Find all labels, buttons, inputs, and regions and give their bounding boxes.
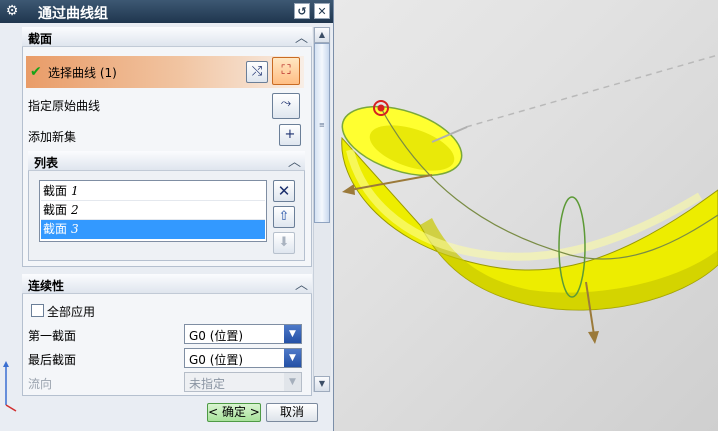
remove-icon: ✕ [277,182,291,200]
move-down-button[interactable]: ⬇ [273,232,295,254]
continuity-heading: 连续性 [28,279,65,293]
specify-origin-button[interactable]: ⤳ [272,93,300,119]
list-item[interactable]: 截面 1 [41,182,265,201]
arrow-down-icon: ⬇ [278,235,290,250]
direction-arrowhead-2 [588,331,599,344]
reverse-direction-icon: ⤭ [251,64,263,79]
section-listbox[interactable]: 截面 1 截面 2 截面 3 [39,180,267,242]
collapse-up-icon[interactable]: ︿ [295,274,308,293]
continuity-header[interactable]: 连续性 ︿ [22,274,312,294]
direction-arrowhead-1 [342,184,355,195]
flow-label: 流向 [28,377,53,391]
list-item-label: 截面 [43,222,68,236]
origin-point [377,104,385,112]
close-icon[interactable]: ✕ [314,3,330,19]
grip-icon: ≡ [319,121,325,129]
checkmark-icon: ✔ [30,64,42,80]
section-header[interactable]: 截面 ︿ [22,27,312,47]
gear-icon[interactable]: ⚙ [4,3,20,19]
last-section-select[interactable]: G0 (位置) ▼ [184,348,302,368]
chevron-down-icon[interactable]: ▼ [284,349,301,367]
axis-triad-icon [3,361,17,412]
flow-value: 未指定 [189,377,226,391]
first-section-value: G0 (位置) [189,329,244,343]
flow-select[interactable]: 未指定 ▼ [184,372,302,392]
dialog-title: 通过曲线组 [38,6,108,22]
list-item-index: 2 [71,203,79,217]
collapse-up-icon[interactable]: ︿ [288,151,301,170]
guide-line [465,54,718,128]
reset-icon[interactable]: ↺ [294,3,310,19]
scroll-down-icon[interactable]: ▼ [314,376,330,392]
scroll-thumb[interactable]: ≡ [314,43,330,223]
first-section-select[interactable]: G0 (位置) ▼ [184,324,302,344]
list-heading: 列表 [34,156,59,170]
curve-select-button[interactable]: ⛶ [272,57,300,85]
move-up-button[interactable]: ⇧ [273,206,295,228]
through-curves-dialog: ⚙ 通过曲线组 ↺ ✕ 截面 ︿ ✔ 选择曲线 (1) ⤭ ⛶ 指定原始曲线 ⤳… [0,0,334,431]
chevron-down-icon[interactable]: ▼ [284,373,301,391]
list-item-selected[interactable]: 截面 3 [41,220,265,239]
chevron-down-icon[interactable]: ▼ [284,325,301,343]
add-icon: + [284,127,296,142]
list-item[interactable]: 截面 2 [41,201,265,220]
list-item-index: 1 [71,184,79,198]
reverse-direction-button[interactable]: ⤭ [246,61,268,83]
add-new-set-label: 添加新集 [28,130,77,144]
apply-all-label: 全部应用 [47,305,96,319]
remove-button[interactable]: ✕ [273,180,295,202]
cancel-button[interactable]: 取消 [266,403,318,422]
dialog-title-bar[interactable]: ⚙ 通过曲线组 ↺ ✕ [0,0,333,23]
scroll-up-icon[interactable]: ▲ [314,27,330,43]
last-section-label: 最后截面 [28,353,77,367]
last-section-value: G0 (位置) [189,353,244,367]
origin-curve-icon: ⤳ [280,96,292,111]
curve-select-icon: ⛶ [281,63,291,78]
first-section-label: 第一截面 [28,329,77,343]
ok-button[interactable]: < 确定 > [207,403,261,422]
apply-all-checkbox[interactable] [31,304,44,317]
section-heading: 截面 [28,32,53,46]
specify-origin-label: 指定原始曲线 [28,99,101,113]
select-curve-label: 选择曲线 (1) [48,66,117,80]
list-item-label: 截面 [43,184,68,198]
collapse-up-icon[interactable]: ︿ [295,27,308,46]
list-item-label: 截面 [43,203,68,217]
list-item-index: 3 [71,222,79,236]
add-new-set-button[interactable]: + [279,124,301,146]
dialog-scrollbar[interactable]: ▲ ≡ ▼ [313,27,331,392]
arrow-up-icon: ⇧ [278,209,290,224]
list-header[interactable]: 列表 ︿ [28,151,305,171]
